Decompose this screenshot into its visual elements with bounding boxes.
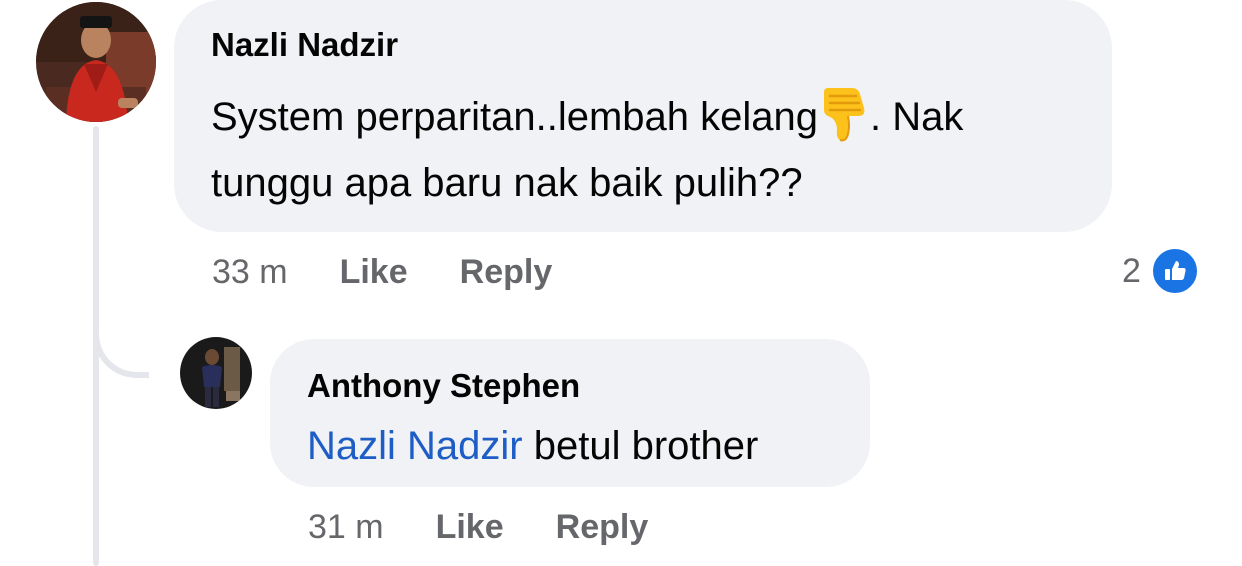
reply-text: Nazli Nadzir betul brother bbox=[307, 413, 834, 479]
comment-text-part1: System perparitan..lembah kelang bbox=[211, 95, 818, 139]
mention-link[interactable]: Nazli Nadzir bbox=[307, 424, 523, 468]
comment-bubble: Nazli Nadzir System perparitan..lembah k… bbox=[174, 0, 1112, 232]
reaction-count: 2 bbox=[1122, 251, 1141, 290]
comment-author[interactable]: Nazli Nadzir bbox=[211, 22, 1076, 68]
comment-text: System perparitan..lembah kelang . Nak t… bbox=[211, 84, 1076, 216]
reply-actions: 31 m Like Reply bbox=[308, 507, 700, 547]
thumbs-down-emoji-icon bbox=[818, 86, 870, 144]
like-button[interactable]: Like bbox=[436, 507, 504, 547]
reply-author[interactable]: Anthony Stephen bbox=[307, 363, 834, 409]
comment-actions: 33 m Like Reply bbox=[212, 252, 604, 292]
comment-timestamp[interactable]: 33 m bbox=[212, 252, 288, 292]
reaction-summary[interactable]: 2 bbox=[1122, 247, 1199, 295]
reply-text-body: betul brother bbox=[522, 424, 759, 468]
reply-button[interactable]: Reply bbox=[460, 252, 553, 292]
avatar-nazli-nadzir[interactable] bbox=[36, 2, 156, 122]
like-icon bbox=[1150, 247, 1199, 295]
reply-button[interactable]: Reply bbox=[556, 507, 649, 547]
reply-timestamp[interactable]: 31 m bbox=[308, 507, 384, 547]
reply-bubble: Anthony Stephen Nazli Nadzir betul broth… bbox=[270, 339, 870, 487]
reply-connector-curve bbox=[93, 300, 149, 378]
like-button[interactable]: Like bbox=[340, 252, 408, 292]
avatar-anthony-stephen[interactable] bbox=[180, 337, 252, 409]
